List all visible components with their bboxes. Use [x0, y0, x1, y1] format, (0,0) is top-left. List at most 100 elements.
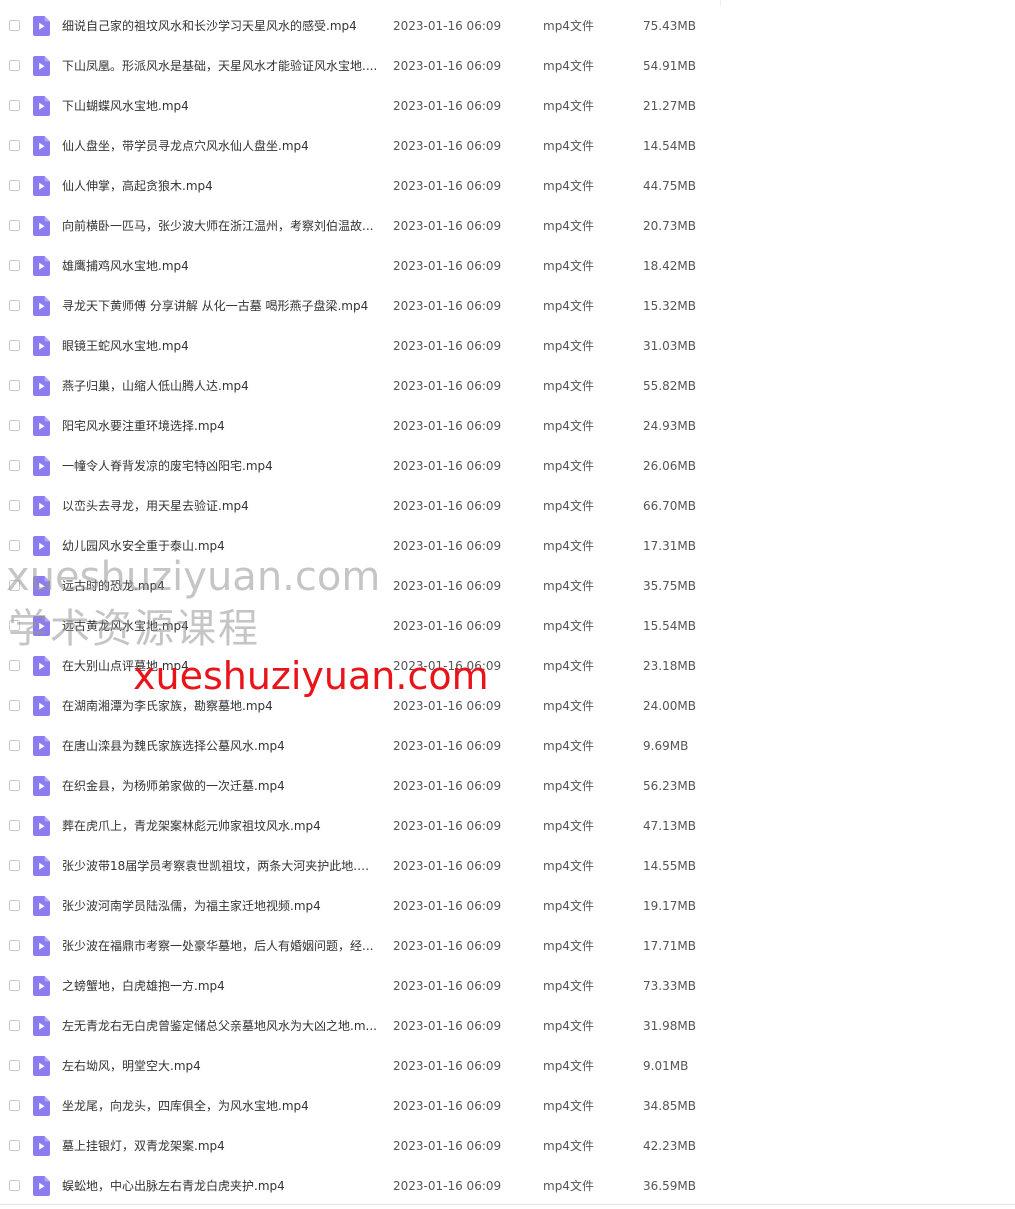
row-checkbox[interactable]: [9, 340, 20, 351]
file-name[interactable]: 向前横卧一匹马，张少波大师在浙江温州，考察刘伯温故...: [62, 218, 378, 234]
file-row[interactable]: 蜈蚣地，中心出脉左右青龙白虎夹护.mp4 2023-01-16 06:09 mp4文…: [0, 1166, 1015, 1206]
row-checkbox[interactable]: [9, 60, 20, 71]
row-checkbox[interactable]: [9, 220, 20, 231]
file-row[interactable]: 幼儿园风水安全重于泰山.mp4 2023-01-16 06:09 mp4文件 17.3…: [0, 526, 1015, 566]
row-checkbox[interactable]: [9, 580, 20, 591]
file-name[interactable]: 在织金县，为杨师弟家做的一次迁墓.mp4: [62, 778, 378, 794]
row-checkbox[interactable]: [9, 500, 20, 511]
modified-date: 2023-01-16 06:09: [393, 859, 502, 873]
list-bottom-border: [0, 1204, 1015, 1205]
row-checkbox[interactable]: [9, 740, 20, 751]
row-checkbox[interactable]: [9, 1100, 20, 1111]
row-checkbox[interactable]: [9, 940, 20, 951]
file-row[interactable]: 向前横卧一匹马，张少波大师在浙江温州，考察刘伯温故... 2023-01-16 0…: [0, 206, 1015, 246]
file-name[interactable]: 阳宅风水要注重环境选择.mp4: [62, 418, 378, 434]
file-row[interactable]: 在唐山滦县为魏氏家族选择公墓风水.mp4 2023-01-16 06:09 mp4文…: [0, 726, 1015, 766]
video-file-icon: [33, 656, 50, 676]
file-row[interactable]: 燕子归巢，山缩人低山腾人达.mp4 2023-01-16 06:09 mp4文件 55…: [0, 366, 1015, 406]
file-name[interactable]: 在湖南湘潭为李氏家族，勘察墓地.mp4: [62, 698, 378, 714]
row-checkbox[interactable]: [9, 380, 20, 391]
file-name[interactable]: 幼儿园风水安全重于泰山.mp4: [62, 538, 378, 554]
modified-date: 2023-01-16 06:09: [393, 819, 502, 833]
file-type: mp4文件: [543, 659, 594, 673]
file-name[interactable]: 雄鹰捕鸡风水宝地.mp4: [62, 258, 378, 274]
row-checkbox[interactable]: [9, 700, 20, 711]
file-row[interactable]: 远古时的恐龙.mp4 2023-01-16 06:09 mp4文件 35.75MB: [0, 566, 1015, 606]
row-checkbox[interactable]: [9, 140, 20, 151]
row-checkbox[interactable]: [9, 1140, 20, 1151]
file-row[interactable]: 以峦头去寻龙，用天星去验证.mp4 2023-01-16 06:09 mp4文件 66…: [0, 486, 1015, 526]
file-name[interactable]: 仙人伸掌，高起贪狼木.mp4: [62, 178, 378, 194]
row-checkbox[interactable]: [9, 620, 20, 631]
row-checkbox[interactable]: [9, 900, 20, 911]
file-name[interactable]: 远古时的恐龙.mp4: [62, 578, 378, 594]
file-name[interactable]: 张少波河南学员陆泓儒，为福主家迁地视频.mp4: [62, 898, 378, 914]
file-name[interactable]: 之螃蟹地，白虎雄抱一方.mp4: [62, 978, 378, 994]
file-name[interactable]: 仙人盘坐，带学员寻龙点穴风水仙人盘坐.mp4: [62, 138, 378, 154]
file-row[interactable]: 雄鹰捕鸡风水宝地.mp4 2023-01-16 06:09 mp4文件 18.42MB: [0, 246, 1015, 286]
file-name[interactable]: 在大别山点评墓地.mp4: [62, 658, 378, 674]
file-name[interactable]: 墓上挂银灯，双青龙架案.mp4: [62, 1138, 378, 1154]
video-file-icon: [33, 536, 50, 556]
file-row[interactable]: 远古黄龙风水宝地.mp4 2023-01-16 06:09 mp4文件 15.54MB: [0, 606, 1015, 646]
row-checkbox[interactable]: [9, 420, 20, 431]
row-checkbox[interactable]: [9, 1180, 20, 1191]
file-type: mp4文件: [543, 1019, 594, 1033]
file-name[interactable]: 蜈蚣地，中心出脉左右青龙白虎夹护.mp4: [62, 1178, 378, 1194]
row-checkbox[interactable]: [9, 980, 20, 991]
file-name[interactable]: 以峦头去寻龙，用天星去验证.mp4: [62, 498, 378, 514]
file-row[interactable]: 之螃蟹地，白虎雄抱一方.mp4 2023-01-16 06:09 mp4文件 73.3…: [0, 966, 1015, 1006]
file-name[interactable]: 在唐山滦县为魏氏家族选择公墓风水.mp4: [62, 738, 378, 754]
row-checkbox[interactable]: [9, 540, 20, 551]
file-name[interactable]: 细说自己家的祖坟风水和长沙学习天星风水的感受.mp4: [62, 18, 378, 34]
row-checkbox[interactable]: [9, 100, 20, 111]
row-checkbox[interactable]: [9, 300, 20, 311]
file-name[interactable]: 坐龙尾，向龙头，四库俱全，为风水宝地.mp4: [62, 1098, 378, 1114]
file-row[interactable]: 坐龙尾，向龙头，四库俱全，为风水宝地.mp4 2023-01-16 06:09 mp…: [0, 1086, 1015, 1126]
file-row[interactable]: 细说自己家的祖坟风水和长沙学习天星风水的感受.mp4 2023-01-16 06:…: [0, 6, 1015, 46]
file-name[interactable]: 眼镜王蛇风水宝地.mp4: [62, 338, 378, 354]
file-name[interactable]: 寻龙天下黄师傅 分享讲解 从化一古墓 喝形燕子盘梁.mp4: [62, 298, 378, 314]
file-row[interactable]: 阳宅风水要注重环境选择.mp4 2023-01-16 06:09 mp4文件 24.9…: [0, 406, 1015, 446]
file-row[interactable]: 眼镜王蛇风水宝地.mp4 2023-01-16 06:09 mp4文件 31.03MB: [0, 326, 1015, 366]
row-checkbox[interactable]: [9, 260, 20, 271]
row-checkbox[interactable]: [9, 780, 20, 791]
video-file-icon: [33, 936, 50, 956]
row-checkbox[interactable]: [9, 660, 20, 671]
file-row[interactable]: 墓上挂银灯，双青龙架案.mp4 2023-01-16 06:09 mp4文件 42.2…: [0, 1126, 1015, 1166]
row-checkbox[interactable]: [9, 1060, 20, 1071]
row-checkbox[interactable]: [9, 1020, 20, 1031]
row-checkbox[interactable]: [9, 820, 20, 831]
file-row[interactable]: 一幢令人脊背发凉的废宅特凶阳宅.mp4 2023-01-16 06:09 mp4文件…: [0, 446, 1015, 486]
file-row[interactable]: 仙人盘坐，带学员寻龙点穴风水仙人盘坐.mp4 2023-01-16 06:09 mp…: [0, 126, 1015, 166]
file-row[interactable]: 葬在虎爪上，青龙架案林彪元帅家祖坟风水.mp4 2023-01-16 06:09 m…: [0, 806, 1015, 846]
file-row[interactable]: 在织金县，为杨师弟家做的一次迁墓.mp4 2023-01-16 06:09 mp4文…: [0, 766, 1015, 806]
file-row[interactable]: 左无青龙右无白虎曾鉴定储总父亲墓地风水为大凶之地.m... 2023-01-16 …: [0, 1006, 1015, 1046]
file-name[interactable]: 左右坳风，明堂空大.mp4: [62, 1058, 378, 1074]
file-row[interactable]: 左右坳风，明堂空大.mp4 2023-01-16 06:09 mp4文件 9.01MB: [0, 1046, 1015, 1086]
row-checkbox[interactable]: [9, 460, 20, 471]
file-row[interactable]: 张少波河南学员陆泓儒，为福主家迁地视频.mp4 2023-01-16 06:09 m…: [0, 886, 1015, 926]
row-checkbox[interactable]: [9, 20, 20, 31]
file-row[interactable]: 仙人伸掌，高起贪狼木.mp4 2023-01-16 06:09 mp4文件 44.75…: [0, 166, 1015, 206]
file-row[interactable]: 下山凤凰。形派风水是基础，天星风水才能验证风水宝地.... 2023-01-16 …: [0, 46, 1015, 86]
file-name[interactable]: 下山凤凰。形派风水是基础，天星风水才能验证风水宝地....: [62, 58, 378, 74]
file-name[interactable]: 左无青龙右无白虎曾鉴定储总父亲墓地风水为大凶之地.m...: [62, 1018, 378, 1034]
file-row[interactable]: 下山蝴蝶风水宝地.mp4 2023-01-16 06:09 mp4文件 21.27MB: [0, 86, 1015, 126]
file-name[interactable]: 葬在虎爪上，青龙架案林彪元帅家祖坟风水.mp4: [62, 818, 378, 834]
file-name[interactable]: 远古黄龙风水宝地.mp4: [62, 618, 378, 634]
video-file-icon: [33, 976, 50, 996]
file-name[interactable]: 一幢令人脊背发凉的废宅特凶阳宅.mp4: [62, 458, 378, 474]
row-checkbox[interactable]: [9, 860, 20, 871]
file-size: 31.03MB: [643, 339, 696, 353]
row-checkbox[interactable]: [9, 180, 20, 191]
file-row[interactable]: 在湖南湘潭为李氏家族，勘察墓地.mp4 2023-01-16 06:09 mp4文件…: [0, 686, 1015, 726]
file-name[interactable]: 下山蝴蝶风水宝地.mp4: [62, 98, 378, 114]
file-row[interactable]: 寻龙天下黄师傅 分享讲解 从化一古墓 喝形燕子盘梁.mp4 2023-01-16 …: [0, 286, 1015, 326]
file-row[interactable]: 张少波带18届学员考察袁世凯祖坟，两条大河夹护此地.m... 2023-01-16…: [0, 846, 1015, 886]
file-name[interactable]: 张少波在福鼎市考察一处豪华墓地，后人有婚姻问题，经...: [62, 938, 378, 954]
file-row[interactable]: 在大别山点评墓地.mp4 2023-01-16 06:09 mp4文件 23.18MB: [0, 646, 1015, 686]
file-name[interactable]: 张少波带18届学员考察袁世凯祖坟，两条大河夹护此地.m...: [62, 858, 378, 874]
file-name[interactable]: 燕子归巢，山缩人低山腾人达.mp4: [62, 378, 378, 394]
file-row[interactable]: 张少波在福鼎市考察一处豪华墓地，后人有婚姻问题，经... 2023-01-16 0…: [0, 926, 1015, 966]
